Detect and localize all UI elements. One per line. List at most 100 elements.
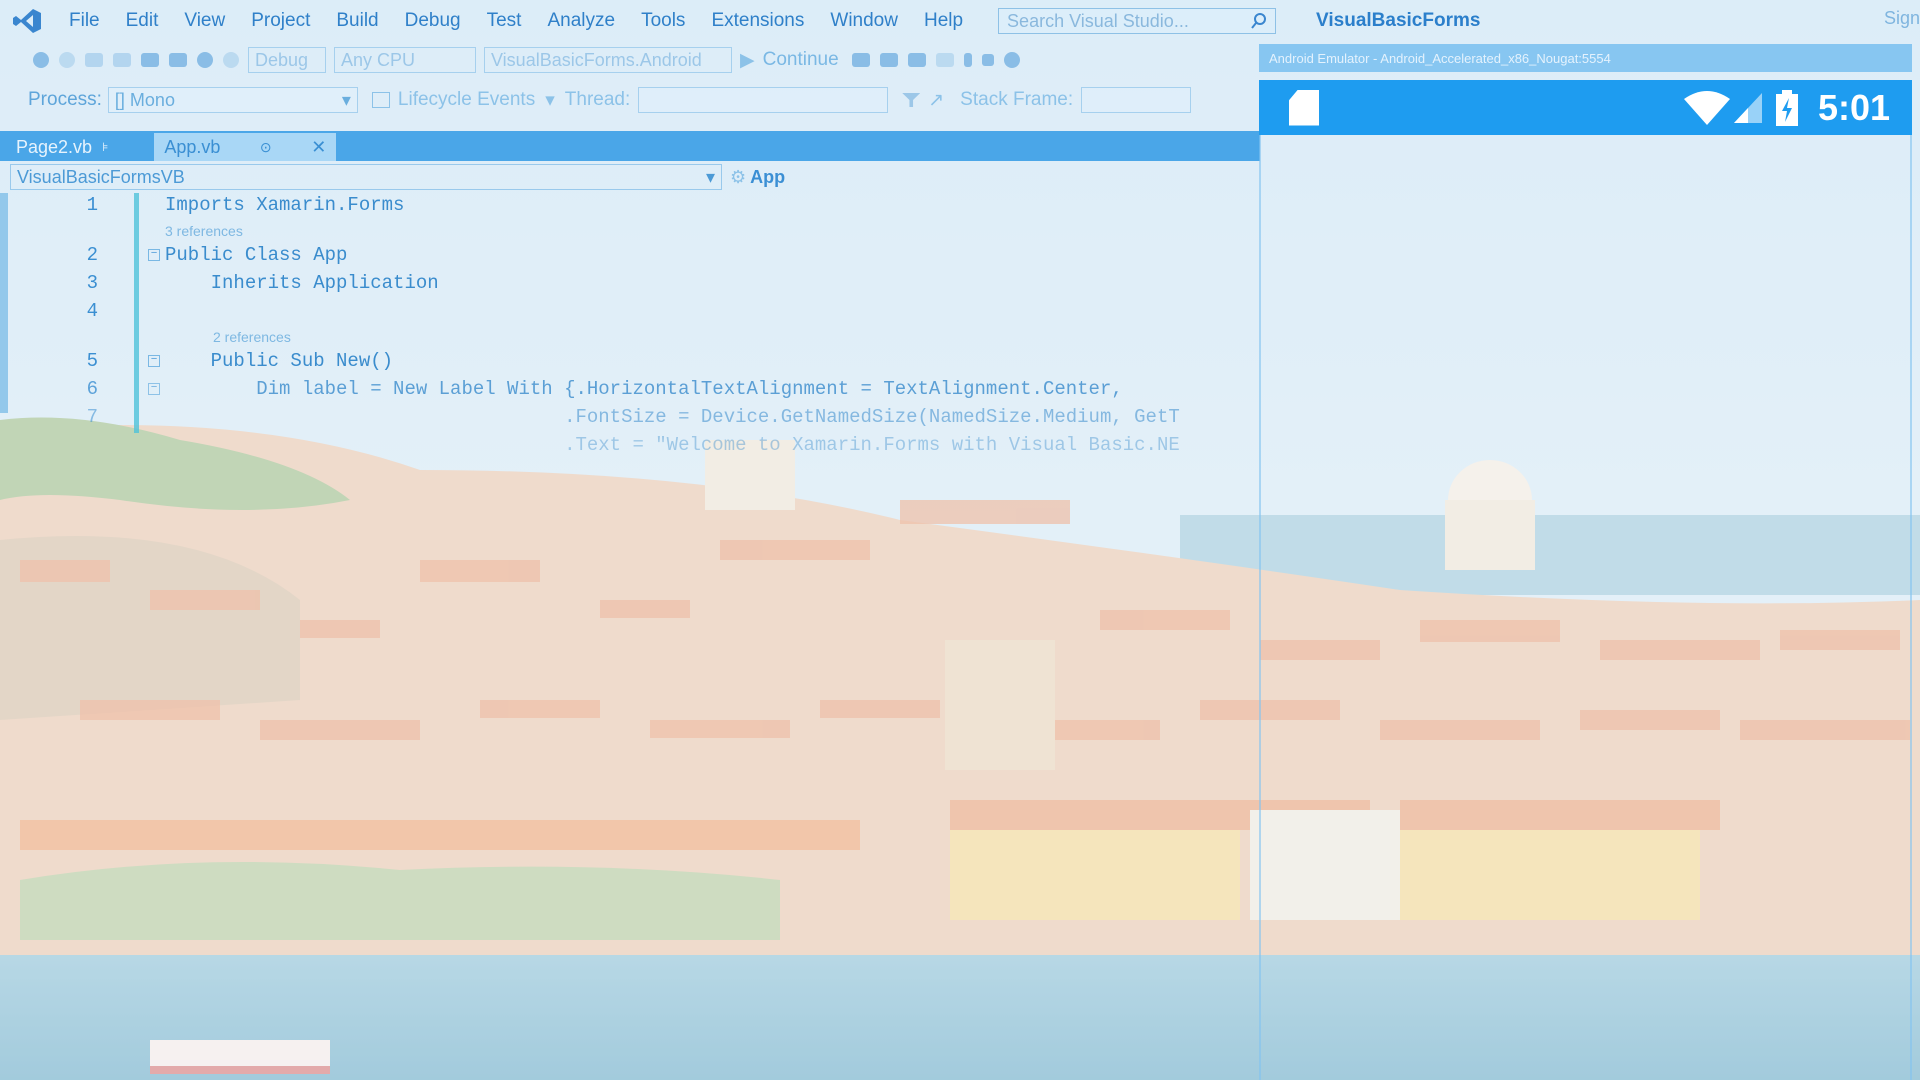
codelens-references[interactable]: 3 references [165,223,243,239]
menu-build[interactable]: Build [323,10,391,32]
type-select[interactable]: ⚙ App [722,167,785,188]
line-number: 1 [86,194,98,216]
navigation-bar: VisualBasicFormsVB ▾ ⚙ App [0,163,1260,191]
line-number: 6 [86,378,98,400]
pointer-icon[interactable] [851,53,870,67]
debug-location-toolbar: Process: [] Mono ▾ Lifecycle Events ▾ Th… [0,84,1260,116]
android-status-bar: 5:01 [1259,80,1912,135]
platform-select[interactable]: Any CPU [334,47,476,73]
open-file-icon[interactable] [113,53,131,67]
code-line: 5 − Public Sub New() [0,349,393,373]
pause-icon[interactable] [963,53,972,67]
android-emulator-window: Android Emulator - Android_Accelerated_x… [1259,44,1912,1080]
search-placeholder: Search Visual Studio... [1007,10,1189,31]
stack-frame-select[interactable] [1081,87,1192,113]
back-icon[interactable] [33,52,49,68]
device-icon[interactable] [879,53,898,67]
stack-frame-label: Stack Frame: [960,89,1074,110]
close-icon[interactable]: ✕ [311,137,326,158]
menu-test[interactable]: Test [474,10,535,32]
status-time: 5:01 [1817,86,1890,128]
code-line: 4 [0,299,98,323]
code-text: Inherits Application [165,272,439,294]
type-name: App [750,166,786,187]
chevron-down-icon: ▾ [341,89,351,110]
code-line: .Text = "Welcome to Xamarin.Forms with V… [0,433,1180,457]
emulator-title-bar[interactable]: Android Emulator - Android_Accelerated_x… [1259,44,1912,72]
thread-label: Thread: [564,89,631,110]
menu-extensions[interactable]: Extensions [698,10,817,32]
editor-tab-strip: Page2.vb ⊧ App.vb ⊙ ✕ [0,131,1260,161]
code-line: 7 .FontSize = Device.GetNamedSize(NamedS… [0,405,1180,429]
line-number: 3 [86,272,98,294]
menu-view[interactable]: View [171,10,238,32]
wifi-icon [1683,90,1730,125]
code-line: 3 Inherits Application [0,271,439,295]
chevron-down-icon: ▾ [545,89,555,111]
menu-project[interactable]: Project [238,10,323,32]
tab-label: App.vb [164,136,221,157]
tab-page2-vb[interactable]: Page2.vb ⊧ [6,133,118,161]
sign-in-link[interactable]: Sign [1884,8,1920,29]
line-number: 2 [86,244,98,266]
chevron-down-icon: ▾ [705,166,715,187]
pin-icon[interactable]: ⊙ [260,139,272,156]
undo-icon[interactable] [197,52,213,68]
project-select[interactable]: VisualBasicFormsVB ▾ [10,164,722,190]
pin-icon[interactable]: ⊧ [102,140,108,154]
save-icon[interactable] [141,53,159,67]
code-line: 2 − Public Class App [0,243,348,267]
code-text: Dim label = New Label With {.HorizontalT… [165,378,1123,400]
filter-icon[interactable] [902,93,921,107]
line-number: 7 [86,406,98,428]
tab-app-vb[interactable]: App.vb ⊙ ✕ [154,133,337,161]
play-icon: ▶ [740,49,755,71]
code-text: .Text = "Welcome to Xamarin.Forms with V… [165,434,1180,456]
search-input[interactable]: Search Visual Studio... [998,8,1277,34]
lifecycle-icon [371,92,390,108]
process-value: [] Mono [114,89,175,110]
codelens-references[interactable]: 2 references [213,329,291,345]
line-number: 5 [86,350,98,372]
menu-tools[interactable]: Tools [628,10,698,32]
menu-debug[interactable]: Debug [392,10,474,32]
change-indicator-bar [134,193,139,433]
menu-window[interactable]: Window [817,10,911,32]
lifecycle-events-button[interactable]: Lifecycle Events [398,89,535,111]
line-number: 4 [86,300,98,322]
stop-icon[interactable] [981,54,994,66]
menu-help[interactable]: Help [911,10,976,32]
menu-file[interactable]: File [56,10,113,32]
layout-icon[interactable] [907,53,926,67]
collapse-icon[interactable]: − [148,383,160,395]
redo-icon[interactable] [223,52,239,68]
menu-analyze[interactable]: Analyze [534,10,628,32]
new-project-icon[interactable] [85,53,103,67]
emulator-screen[interactable] [1259,135,1912,1080]
code-text: .FontSize = Device.GetNamedSize(NamedSiz… [165,406,1180,428]
toggle-flag-icon[interactable]: ↗ [928,89,944,112]
save-all-icon[interactable] [169,53,187,67]
process-select[interactable]: [] Mono ▾ [107,87,358,113]
battery-charging-icon [1775,89,1798,126]
configuration-select[interactable]: Debug [248,47,326,73]
emulator-title: Android Emulator - Android_Accelerated_x… [1269,50,1611,66]
process-label: Process: [28,89,102,110]
continue-button[interactable]: Continue [763,49,839,71]
thread-select[interactable] [638,87,889,113]
code-line: 6 − Dim label = New Label With {.Horizon… [0,377,1123,401]
forward-icon[interactable] [59,52,75,68]
project-name: VisualBasicFormsVB [17,166,185,187]
menu-edit[interactable]: Edit [113,10,172,32]
solution-title: VisualBasicForms [1316,10,1481,31]
visual-studio-logo-icon [13,9,41,33]
sd-card-icon [1289,89,1319,126]
code-text: Imports Xamarin.Forms [165,194,405,216]
collapse-icon[interactable]: − [148,355,160,367]
collapse-icon[interactable]: − [148,249,160,261]
settings-icon[interactable] [935,53,954,67]
restart-icon[interactable] [1003,52,1020,68]
menu-bar: File Edit View Project Build Debug Test … [0,0,1920,42]
startup-project-select[interactable]: VisualBasicForms.Android [484,47,732,73]
code-editor[interactable]: 1 Imports Xamarin.Forms 3 references 2 −… [0,193,1260,456]
